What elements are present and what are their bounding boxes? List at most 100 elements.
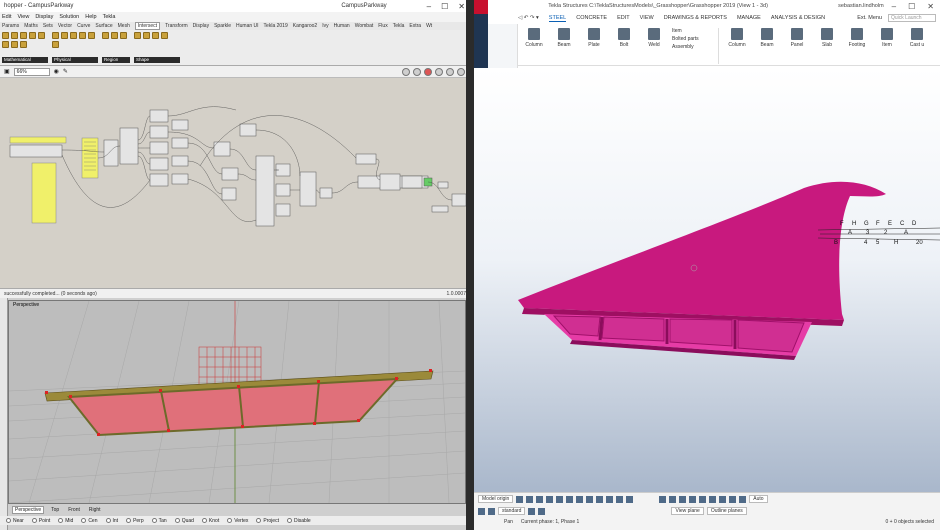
panel-component[interactable]: [31, 162, 57, 224]
gh-component[interactable]: [103, 139, 119, 167]
osnap-point[interactable]: Point: [31, 518, 50, 524]
beam-tool[interactable]: Beam: [552, 28, 576, 65]
auto-dropdown[interactable]: Auto: [749, 495, 768, 503]
preview-icon[interactable]: [446, 67, 454, 76]
viewport-label[interactable]: Perspective: [13, 302, 39, 308]
tab-sets[interactable]: Sets: [43, 23, 53, 29]
osnap-checkbox[interactable]: [58, 518, 64, 523]
component-icon[interactable]: [70, 32, 77, 39]
osnap-int[interactable]: Int: [105, 518, 118, 524]
filter-icon[interactable]: [528, 507, 536, 515]
gh-component[interactable]: [149, 109, 169, 123]
tab-wombat[interactable]: Wombat: [355, 23, 374, 29]
osnap-checkbox[interactable]: [6, 518, 11, 523]
rhino-viewport[interactable]: Perspective: [8, 300, 466, 504]
gh-component[interactable]: [171, 173, 189, 185]
snap-icon[interactable]: [699, 495, 707, 503]
panel-component[interactable]: [9, 136, 67, 144]
osnap-knot[interactable]: Knot: [201, 518, 219, 524]
menu-display[interactable]: Display: [35, 14, 53, 20]
tab-tekla-2019[interactable]: Tekla 2019: [264, 23, 288, 29]
panel-tool[interactable]: Panel: [785, 28, 809, 65]
osnap-near[interactable]: Near: [6, 518, 24, 524]
preview-icon[interactable]: [457, 67, 465, 76]
tab-maths[interactable]: Maths: [24, 23, 38, 29]
osnap-checkbox[interactable]: [201, 518, 207, 523]
osnap-vertex[interactable]: Vertex: [227, 518, 248, 524]
tab-front[interactable]: Front: [66, 507, 82, 513]
osnap-cen[interactable]: Cen: [81, 518, 98, 524]
bolted-parts-button[interactable]: Bolted parts: [672, 36, 699, 42]
filter-icon[interactable]: [478, 507, 485, 515]
menu-solution[interactable]: Solution: [59, 14, 79, 20]
tab-mesh[interactable]: Mesh: [118, 23, 130, 29]
gh-component[interactable]: [319, 187, 333, 199]
gh-component[interactable]: [171, 119, 189, 131]
tab-sparkle[interactable]: Sparkle: [214, 23, 231, 29]
ext-menu-button[interactable]: Ext. Menu: [857, 15, 882, 21]
osnap-checkbox[interactable]: [151, 518, 157, 523]
snap-icon[interactable]: [719, 495, 727, 503]
osnap-checkbox[interactable]: [286, 518, 292, 523]
osnap-checkbox[interactable]: [31, 518, 37, 523]
gh-component[interactable]: [171, 137, 189, 149]
gh-component[interactable]: [379, 173, 401, 191]
quick-access-icons[interactable]: ◁ ↶ ↷ ▾: [518, 15, 539, 21]
osnap-disable[interactable]: Disable: [286, 518, 311, 524]
user-name[interactable]: sebastian.lindholm: [838, 3, 892, 9]
gh-component[interactable]: [275, 203, 291, 217]
minimize-icon[interactable]: –: [892, 2, 896, 11]
gh-component[interactable]: [255, 155, 275, 227]
osnap-project[interactable]: Project: [256, 518, 279, 524]
gh-component[interactable]: [239, 123, 257, 137]
concrete-beam-tool[interactable]: Beam: [755, 28, 779, 65]
osnap-checkbox[interactable]: [227, 518, 233, 523]
osnap-checkbox[interactable]: [81, 518, 87, 523]
select-icon[interactable]: [546, 495, 554, 503]
component-icon[interactable]: [20, 41, 27, 48]
bolt-tool[interactable]: Bolt: [612, 28, 636, 65]
component-icon[interactable]: [38, 32, 45, 39]
gh-component[interactable]: [431, 205, 449, 213]
concrete-item-tool[interactable]: Item: [875, 28, 899, 65]
cast-unit-tool[interactable]: Cast u: [905, 28, 929, 65]
snap-icon[interactable]: [659, 495, 667, 503]
component-icon[interactable]: [143, 32, 150, 39]
gh-component[interactable]: [171, 155, 189, 167]
component-icon[interactable]: [61, 32, 68, 39]
osnap-checkbox[interactable]: [174, 518, 180, 523]
zoom-field[interactable]: 66%: [13, 67, 50, 76]
select-icon[interactable]: [536, 495, 544, 503]
gh-component[interactable]: [299, 171, 317, 207]
gh-component[interactable]: [221, 167, 239, 181]
tab-view[interactable]: VIEW: [640, 15, 654, 21]
tab-human[interactable]: Human: [334, 23, 350, 29]
gh-component[interactable]: [149, 157, 169, 171]
component-icon[interactable]: [161, 32, 168, 39]
tab-manage[interactable]: MANAGE: [737, 15, 761, 21]
select-icon[interactable]: [576, 495, 584, 503]
menu-tekla[interactable]: Tekla: [103, 14, 116, 20]
menu-view[interactable]: View: [17, 14, 29, 20]
snap-icon[interactable]: [729, 495, 737, 503]
osnap-tan[interactable]: Tan: [151, 518, 167, 524]
gh-component[interactable]: [355, 153, 377, 165]
eye-icon[interactable]: ◉: [54, 68, 59, 75]
gh-component[interactable]: [149, 173, 169, 187]
snap-icon[interactable]: [689, 495, 697, 503]
component-icon[interactable]: [11, 32, 18, 39]
component-icon[interactable]: [2, 41, 9, 48]
tab-transform[interactable]: Transform: [165, 23, 188, 29]
view-plane-dropdown[interactable]: View plane: [671, 507, 704, 515]
tab-right[interactable]: Right: [87, 507, 103, 513]
select-icon[interactable]: [596, 495, 604, 503]
outline-planes-dropdown[interactable]: Outline planes: [706, 507, 747, 515]
tab-drawings-reports[interactable]: DRAWINGS & REPORTS: [664, 15, 727, 21]
maximize-icon[interactable]: ☐: [908, 2, 915, 11]
component-icon[interactable]: [52, 41, 59, 48]
gh-component[interactable]: [451, 193, 467, 207]
gh-component[interactable]: [119, 127, 139, 165]
gh-component[interactable]: [221, 187, 237, 201]
close-icon[interactable]: ✕: [927, 2, 934, 11]
rhino-side-toolbar[interactable]: [0, 298, 8, 530]
